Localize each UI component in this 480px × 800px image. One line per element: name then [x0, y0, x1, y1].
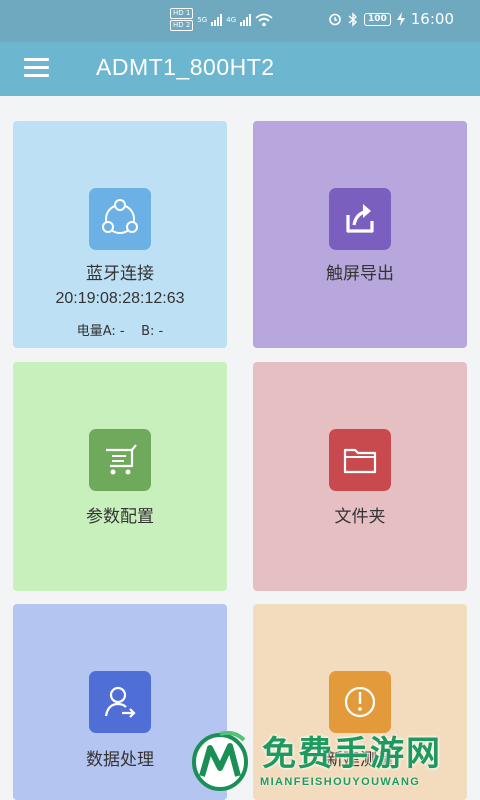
- clock: 16:00: [410, 10, 454, 28]
- battery-icon: 100: [363, 12, 391, 26]
- watermark-en: MIANFEISHOUYOUWANG: [260, 776, 421, 788]
- tile-label: 触屏导出: [326, 264, 394, 284]
- sim1-badge: HD 1: [170, 8, 194, 19]
- watermark-logo-icon: [192, 730, 248, 791]
- tile-bluetooth-connect[interactable]: 蓝牙连接 20:19:08:28:12:63 电量A: - B: -: [13, 121, 227, 348]
- network-5g-label: 5G: [197, 15, 208, 24]
- sim2-badge: HD 2: [170, 20, 194, 31]
- export-icon: [329, 188, 391, 250]
- charging-icon: [396, 12, 405, 26]
- cart-icon: [89, 429, 151, 491]
- bluetooth-icon: [348, 11, 357, 27]
- watermark: 免费手游网 MIANFEISHOUYOUWANG: [182, 720, 480, 800]
- network-4g-label: 4G: [226, 15, 237, 24]
- wifi-icon: [255, 13, 273, 26]
- signal-icon-2: [240, 13, 252, 26]
- user-transfer-icon: [89, 671, 151, 733]
- tile-param-config[interactable]: 参数配置: [13, 362, 227, 591]
- status-bar: HD 1 HD 2 5G 4G 100 16:00: [0, 0, 480, 42]
- app-title: ADMT1_800HT2: [96, 54, 275, 80]
- signal-icon: [211, 13, 223, 26]
- alarm-icon: [329, 13, 341, 26]
- app-bar: ADMT1_800HT2: [0, 42, 480, 96]
- tile-label: 文件夹: [334, 507, 386, 527]
- status-left: HD 1 HD 2 5G 4G: [170, 8, 273, 31]
- tile-label: 蓝牙连接: [86, 264, 154, 284]
- hamburger-menu-icon[interactable]: [24, 58, 50, 80]
- folder-icon: [329, 429, 391, 491]
- share-nodes-icon: [89, 188, 151, 250]
- watermark-cn: 免费手游网: [262, 734, 442, 774]
- tile-label: 参数配置: [86, 507, 154, 527]
- tile-folder[interactable]: 文件夹: [253, 362, 467, 591]
- battery-status: 电量A: - B: -: [76, 324, 164, 339]
- status-right: 100 16:00: [328, 10, 454, 28]
- tile-touch-export[interactable]: 触屏导出: [253, 121, 467, 348]
- device-address: 20:19:08:28:12:63: [55, 290, 185, 307]
